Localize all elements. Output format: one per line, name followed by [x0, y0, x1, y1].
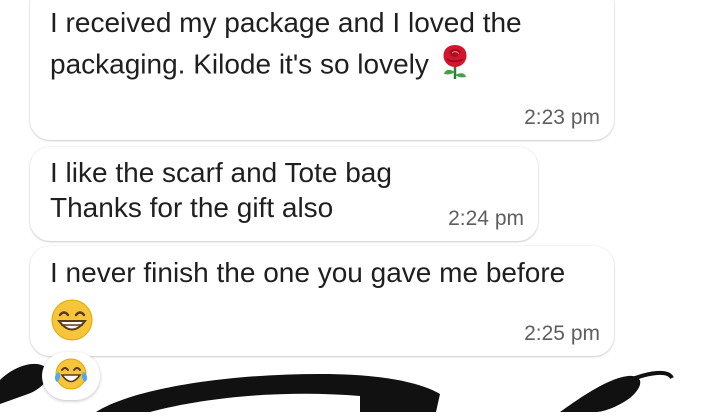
message-bubble[interactable]: I never finish the one you gave me befor…: [30, 246, 614, 356]
handwriting-decoration: [0, 360, 716, 412]
tears-of-joy-icon: [53, 356, 89, 397]
reaction-badge[interactable]: [42, 352, 100, 400]
message-bubble[interactable]: I like the scarf and Tote bag Thanks for…: [30, 147, 538, 241]
chat-thread[interactable]: I received my package and I loved the pa…: [0, 0, 716, 412]
message-text: I never finish the one you gave me befor…: [50, 257, 566, 288]
message-text: I received my package and I loved the pa…: [50, 4, 522, 90]
grinning-face-icon: [50, 298, 94, 347]
rose-icon: [437, 42, 473, 90]
message-timestamp: 2:25 pm: [524, 322, 600, 345]
message-timestamp: 2:23 pm: [524, 106, 600, 129]
message-bubble[interactable]: I received my package and I loved the pa…: [30, 0, 614, 140]
message-text: I like the scarf and Tote bag Thanks for…: [50, 157, 392, 223]
message-timestamp: 2:24 pm: [448, 207, 524, 230]
